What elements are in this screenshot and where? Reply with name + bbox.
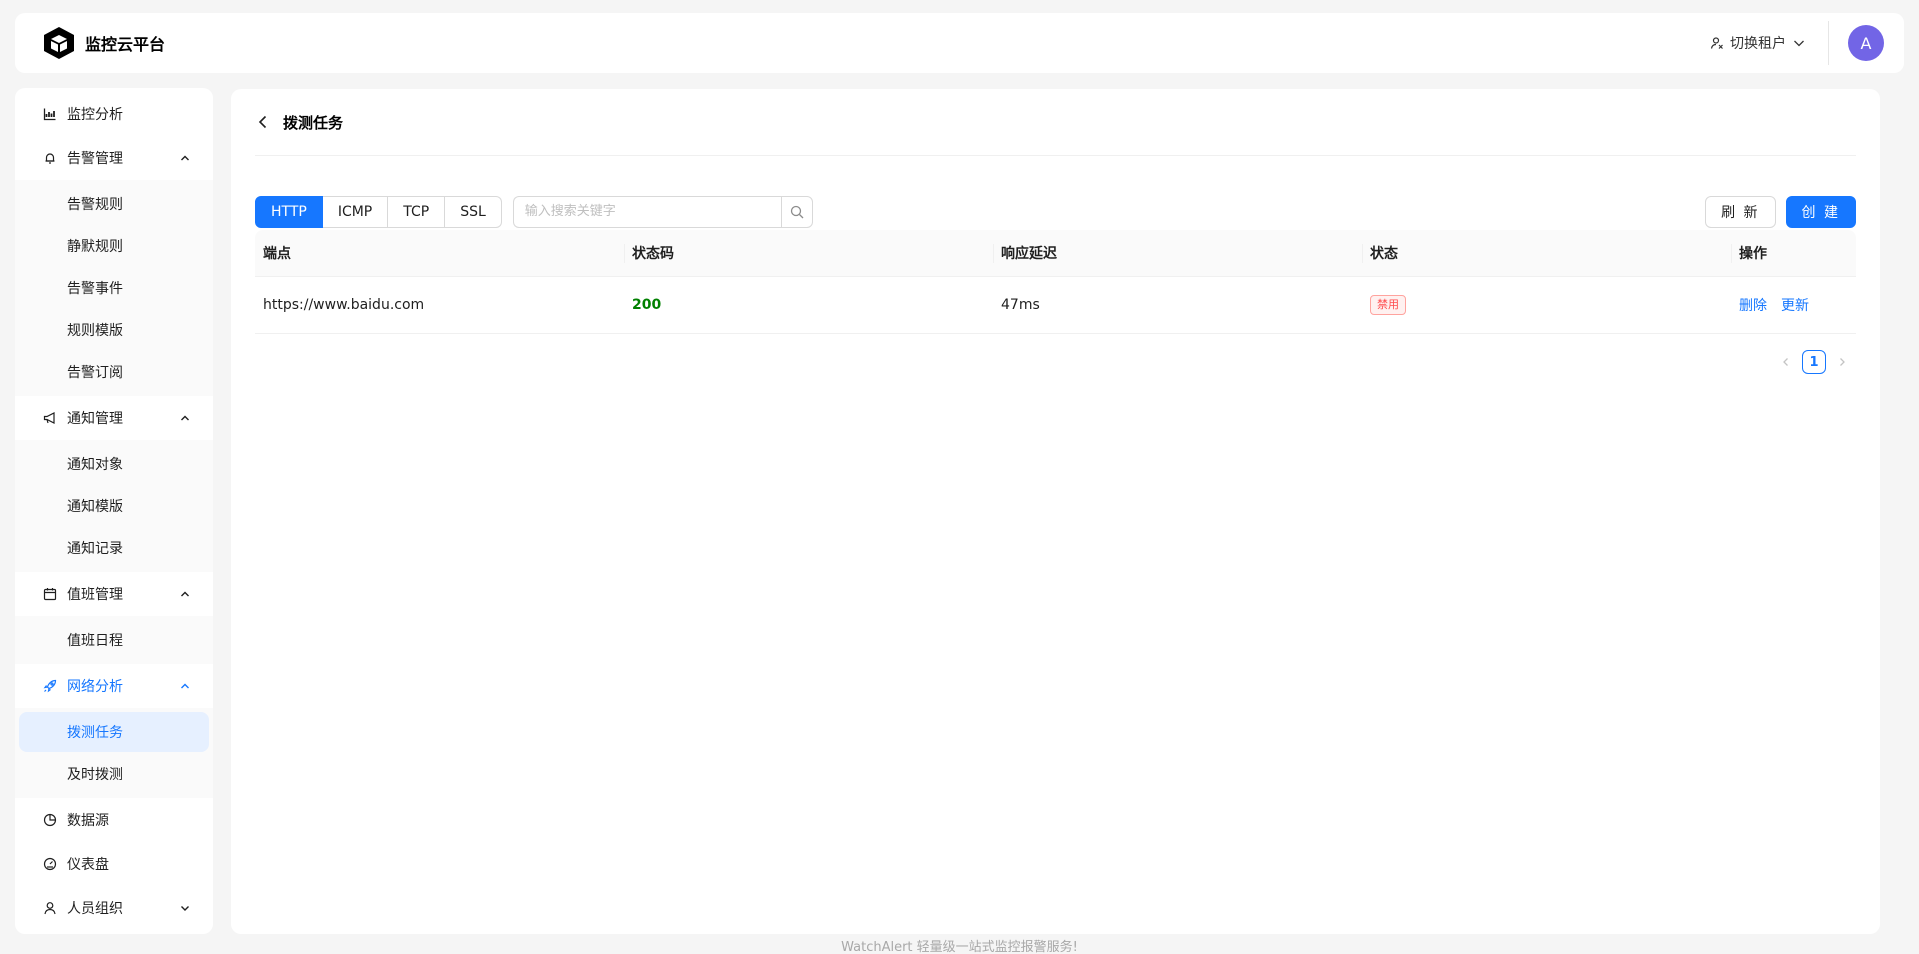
status-code-value: 200: [632, 297, 662, 313]
sidebar-item-instant-probe[interactable]: 及时拨测: [19, 754, 209, 794]
megaphone-icon: [43, 411, 57, 425]
sidebar-item-alert-events[interactable]: 告警事件: [19, 268, 209, 308]
sidebar-item-alert-management[interactable]: 告警管理: [15, 136, 213, 180]
sidebar-item-network-analysis[interactable]: 网络分析: [15, 664, 213, 708]
tenant-switch-button[interactable]: 切换租户: [1710, 33, 1828, 53]
column-header-latency: 响应延迟: [993, 230, 1362, 276]
refresh-button[interactable]: 刷 新: [1705, 195, 1776, 228]
search-input[interactable]: [512, 195, 781, 228]
toolbar-actions: 刷 新 创 建: [1705, 195, 1856, 228]
sidebar-item-alert-rules[interactable]: 告警规则: [19, 184, 209, 224]
chevron-down-icon: [1794, 40, 1804, 47]
sidebar-item-probe-tasks[interactable]: 拨测任务: [19, 712, 209, 752]
gauge-icon: [43, 857, 57, 871]
arrow-left-icon[interactable]: [255, 114, 271, 130]
header-divider: [1828, 21, 1829, 65]
user-icon: [43, 901, 57, 915]
sidebar-item-duty-schedule[interactable]: 值班日程: [19, 620, 209, 660]
search-icon: [790, 205, 804, 218]
sidebar-item-rule-templates[interactable]: 规则模版: [19, 310, 209, 350]
delete-link[interactable]: 删除: [1739, 295, 1767, 315]
table-header: 端点 状态码 响应延迟 状态 操作: [255, 230, 1856, 277]
rocket-icon: [43, 679, 57, 693]
sidebar-item-label: 仪表盘: [67, 857, 109, 873]
page-title: 拨测任务: [283, 113, 344, 132]
search-group: [512, 195, 813, 228]
sidebar-item-notice-management[interactable]: 通知管理: [15, 396, 213, 440]
column-header-status-code: 状态码: [624, 230, 993, 276]
sidebar-item-label: 人员组织: [67, 901, 123, 917]
cell-endpoint: https://www.baidu.com: [263, 297, 425, 313]
submenu-network-analysis: 拨测任务 及时拨测: [15, 708, 213, 798]
pie-icon: [43, 813, 57, 827]
bell-icon: [43, 151, 57, 165]
sidebar-item-notice-records[interactable]: 通知记录: [19, 528, 209, 568]
chevron-down-icon: [181, 906, 189, 911]
cube-logo-icon: [44, 27, 74, 59]
tab-http[interactable]: HTTP: [255, 195, 323, 228]
top-header: 监控云平台 切换租户 A: [15, 13, 1904, 73]
sidebar-item-dashboard[interactable]: 仪表盘: [15, 842, 213, 886]
sidebar-item-label: 通知管理: [67, 411, 123, 427]
table-row: https://www.baidu.com 200 47ms 禁用 删除 更新: [255, 277, 1856, 334]
sidebar-item-label: 网络分析: [67, 679, 123, 695]
sidebar: 监控分析 告警管理 告警规则 静默规则 告警事件 规则模版 告警订阅 通知管理 …: [15, 88, 213, 934]
chevron-up-icon: [181, 683, 189, 689]
tenant-switch-label: 切换租户: [1730, 36, 1786, 52]
status-badge: 禁用: [1370, 295, 1406, 315]
cell-actions: 删除 更新: [1731, 277, 1856, 333]
update-link[interactable]: 更新: [1781, 295, 1809, 315]
sidebar-item-silence-rules[interactable]: 静默规则: [19, 226, 209, 266]
cell-status: 禁用: [1362, 277, 1731, 333]
tab-tcp[interactable]: TCP: [388, 195, 446, 228]
pagination: 1: [255, 350, 1856, 374]
sidebar-item-label: 数据源: [67, 813, 109, 829]
sidebar-item-duty-management[interactable]: 值班管理: [15, 572, 213, 616]
tab-ssl[interactable]: SSL: [445, 195, 502, 228]
next-page-button[interactable]: [1834, 350, 1850, 374]
user-switch-icon: [1710, 37, 1723, 49]
search-button[interactable]: [780, 195, 813, 228]
create-button[interactable]: 创 建: [1785, 195, 1856, 228]
chevron-up-icon: [181, 415, 189, 421]
tab-icmp[interactable]: ICMP: [322, 195, 389, 228]
chevron-up-icon: [181, 155, 189, 161]
toolbar: HTTP ICMP TCP SSL 刷 新 创 建: [255, 195, 1856, 228]
protocol-tabs: HTTP ICMP TCP SSL: [255, 195, 502, 228]
brand[interactable]: 监控云平台: [41, 25, 165, 61]
cell-latency: 47ms: [1001, 297, 1040, 313]
submenu-alert-management: 告警规则 静默规则 告警事件 规则模版 告警订阅: [15, 180, 213, 396]
probe-table: 端点 状态码 响应延迟 状态 操作 https://www.baidu.com …: [255, 230, 1856, 334]
page-header: 拨测任务: [255, 89, 1856, 156]
sidebar-item-alert-subscriptions[interactable]: 告警订阅: [19, 352, 209, 392]
chevron-right-icon: [1840, 358, 1845, 366]
main-content: 拨测任务 HTTP ICMP TCP SSL 刷 新 创 建 端点 状态码 响应…: [231, 89, 1880, 934]
header-right: 切换租户 A: [1710, 13, 1884, 73]
chevron-left-icon: [1783, 358, 1788, 366]
sidebar-item-datasource[interactable]: 数据源: [15, 798, 213, 842]
calendar-icon: [43, 587, 57, 601]
column-header-status: 状态: [1362, 230, 1731, 276]
sidebar-item-label: 值班管理: [67, 587, 123, 603]
sidebar-item-label: 告警管理: [67, 151, 123, 167]
brand-title: 监控云平台: [85, 35, 166, 54]
footer-text: WatchAlert 轻量级一站式监控报警服务!: [841, 940, 1078, 954]
sidebar-item-organization[interactable]: 人员组织: [15, 886, 213, 930]
avatar[interactable]: A: [1848, 25, 1884, 61]
sidebar-item-notice-templates[interactable]: 通知模版: [19, 486, 209, 526]
sidebar-item-monitor-analysis[interactable]: 监控分析: [15, 92, 213, 136]
column-header-endpoint: 端点: [263, 246, 291, 262]
prev-page-button[interactable]: [1778, 350, 1794, 374]
submenu-notice-management: 通知对象 通知模版 通知记录: [15, 440, 213, 572]
sidebar-item-notice-objects[interactable]: 通知对象: [19, 444, 209, 484]
chart-icon: [43, 107, 57, 121]
chevron-up-icon: [181, 591, 189, 597]
cell-status-code: 200: [624, 277, 993, 333]
page-item-current[interactable]: 1: [1802, 350, 1826, 374]
sidebar-item-label: 监控分析: [67, 107, 123, 123]
submenu-duty-management: 值班日程: [15, 616, 213, 664]
column-header-actions: 操作: [1731, 230, 1856, 276]
